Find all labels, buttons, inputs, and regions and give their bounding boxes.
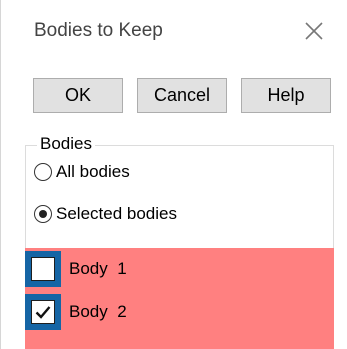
dialog-title: Bodies to Keep (34, 20, 163, 41)
body-list: Body 1 Body 2 (25, 248, 334, 349)
all-bodies-option[interactable]: All bodies (34, 160, 130, 184)
title-bar: Bodies to Keep (1, 0, 347, 64)
checkbox-focus-frame (25, 294, 61, 330)
body-2-label: Body 2 (69, 302, 127, 321)
body-1-label: Body 1 (69, 259, 127, 278)
all-bodies-label: All bodies (56, 162, 130, 181)
bodies-group-label: Bodies (37, 134, 95, 154)
body-1-checkbox[interactable] (31, 257, 55, 281)
bodies-to-keep-dialog: Bodies to Keep OK Cancel Help Bodies All… (0, 0, 347, 349)
selected-bodies-label: Selected bodies (56, 204, 177, 223)
close-icon[interactable] (303, 20, 325, 42)
ok-button[interactable]: OK (33, 78, 123, 113)
selected-bodies-option[interactable]: Selected bodies (34, 202, 177, 226)
cancel-button[interactable]: Cancel (137, 78, 227, 113)
help-button[interactable]: Help (241, 78, 331, 113)
selected-bodies-radio[interactable] (34, 205, 52, 223)
list-item-body-2[interactable]: Body 2 (25, 294, 127, 330)
checkbox-focus-frame (25, 251, 61, 287)
body-2-checkbox[interactable] (31, 300, 55, 324)
list-item-body-1[interactable]: Body 1 (25, 251, 127, 287)
all-bodies-radio[interactable] (34, 163, 52, 181)
checkmark-icon (35, 306, 51, 319)
